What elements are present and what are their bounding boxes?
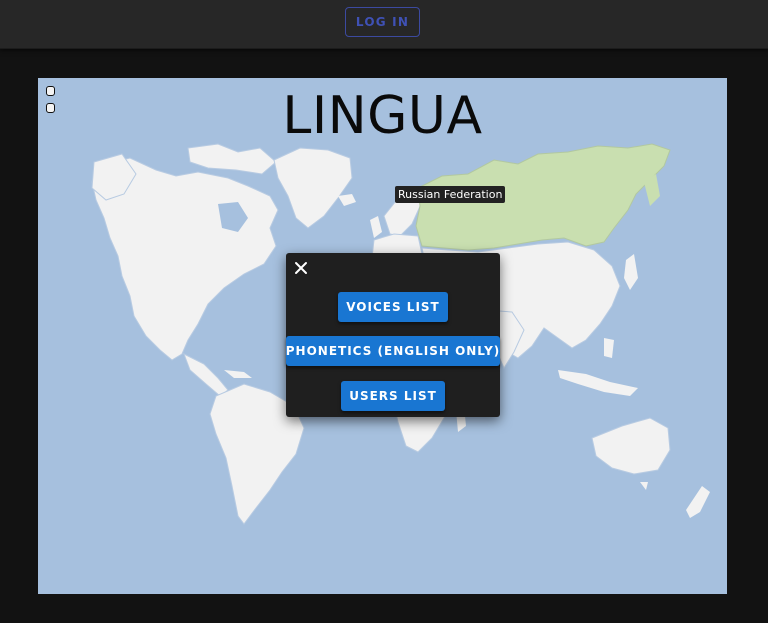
region-iceland	[338, 194, 356, 206]
region-japan	[624, 254, 638, 290]
close-icon[interactable]	[294, 261, 308, 275]
page-title: LINGUA	[282, 86, 483, 146]
region-arctic-islands	[187, 143, 277, 175]
top-app-bar: LOG IN	[0, 0, 768, 49]
region-uk	[370, 216, 382, 238]
region-philippines	[604, 338, 614, 358]
region-australia	[591, 417, 671, 475]
region-tasmania	[640, 482, 648, 490]
login-button[interactable]: LOG IN	[345, 7, 420, 37]
menu-dialog: VOICES LIST PHONETICS (ENGLISH ONLY) USE…	[286, 253, 500, 417]
phonetics-button[interactable]: PHONETICS (ENGLISH ONLY)	[286, 336, 500, 366]
region-indonesia	[558, 370, 638, 396]
region-new-zealand	[686, 486, 710, 518]
region-central-america	[183, 352, 229, 397]
country-tooltip: Russian Federation	[395, 186, 506, 203]
region-greenland	[273, 147, 353, 229]
users-list-button[interactable]: USERS LIST	[341, 381, 445, 411]
region-caribbean	[224, 370, 252, 378]
voices-list-button[interactable]: VOICES LIST	[338, 292, 448, 322]
